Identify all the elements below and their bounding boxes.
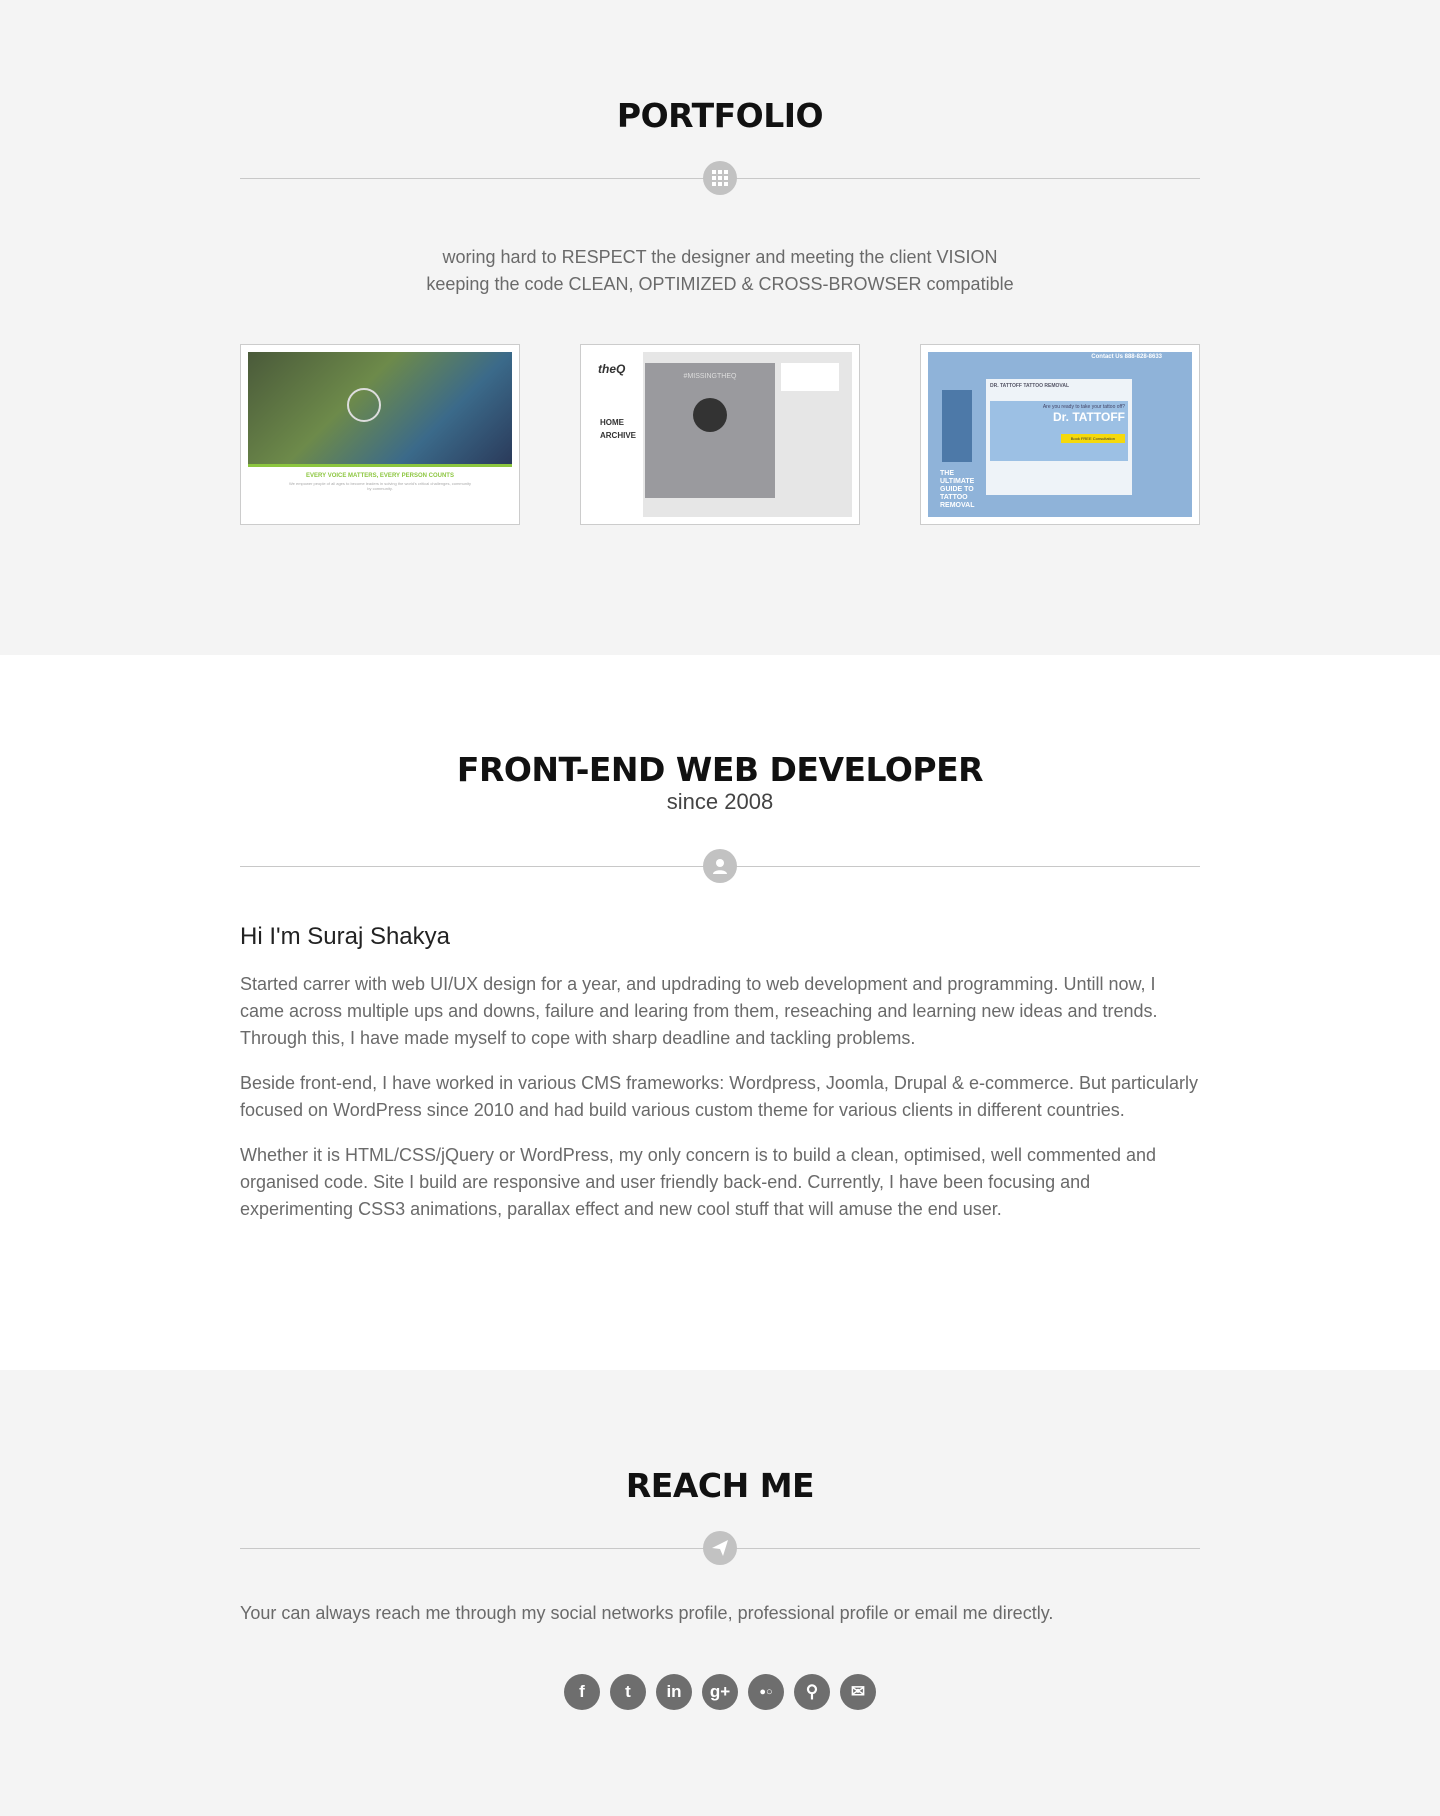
portfolio-item-2[interactable]: theQ HOME ARCHIVE #MISSINGTHEQ (580, 344, 860, 525)
reach-section: REACH ME Your can always reach me throug… (0, 1370, 1440, 1816)
portfolio-title: PORTFOLIO (616, 96, 824, 135)
reach-divider (240, 1531, 1200, 1565)
thumb-nav: ARCHIVE (600, 431, 637, 440)
about-section: FRONT-END WEB DEVELOPER since 2008 Hi I'… (0, 655, 1440, 1370)
portfolio-item-1[interactable]: EVERY VOICE MATTERS, EVERY PERSON COUNTS… (240, 344, 520, 525)
play-icon[interactable] (347, 388, 381, 422)
email-icon[interactable]: ✉ (840, 1674, 876, 1710)
thumb-contact: Contact Us 888-828-8633 (1091, 354, 1162, 360)
social-links: f t in g+ ●○ ⚲ ✉ (240, 1674, 1200, 1710)
thumb-brand: theQ (598, 362, 626, 376)
portfolio-divider (240, 161, 1200, 195)
thumb-cta: Book FREE Consultation (1060, 434, 1125, 443)
facebook-icon[interactable]: f (564, 1674, 600, 1710)
flickr-icon[interactable]: ●○ (748, 1674, 784, 1710)
linkedin-icon[interactable]: in (656, 1674, 692, 1710)
thumb-title: DR. TATTOFF TATTOO REMOVAL (990, 383, 1070, 389)
tagline-line: keeping the code CLEAN, OPTIMIZED & CROS… (426, 274, 1014, 294)
thumb-nav: HOME (600, 418, 624, 427)
reach-text: Your can always reach me through my soci… (240, 1603, 1054, 1623)
about-paragraph: Started carrer with web UI/UX design for… (240, 974, 1158, 1048)
reach-title: REACH ME (625, 1466, 815, 1505)
grid-icon (703, 161, 737, 195)
profile-icon[interactable]: ⚲ (794, 1674, 830, 1710)
twitter-icon[interactable]: t (610, 1674, 646, 1710)
user-icon (703, 849, 737, 883)
paper-plane-icon (703, 1531, 737, 1565)
portfolio-item-3[interactable]: Contact Us 888-828-8633 THE ULTIMATE GUI… (920, 344, 1200, 525)
tagline-line: woring hard to RESPECT the designer and … (442, 247, 998, 267)
about-subtitle: since 2008 (666, 789, 774, 814)
thumb-sub: We empower people of all ages to become … (288, 481, 472, 491)
portfolio-section: PORTFOLIO woring hard to RESPECT the des… (0, 0, 1440, 655)
thumb-guide: THE ULTIMATE GUIDE TO TATTOO REMOVAL (940, 470, 975, 509)
about-title: FRONT-END WEB DEVELOPER (456, 750, 984, 789)
google-plus-icon[interactable]: g+ (702, 1674, 738, 1710)
about-divider (240, 849, 1200, 883)
about-paragraph: Beside front-end, I have worked in vario… (240, 1073, 1199, 1120)
about-paragraph: Whether it is HTML/CSS/jQuery or WordPre… (240, 1145, 1157, 1219)
thumb-brand: Dr. TATTOFF (1053, 410, 1125, 424)
thumb-headline: #MISSINGTHEQ (683, 373, 737, 380)
greeting: Hi I'm Suraj Shakya (240, 923, 450, 950)
